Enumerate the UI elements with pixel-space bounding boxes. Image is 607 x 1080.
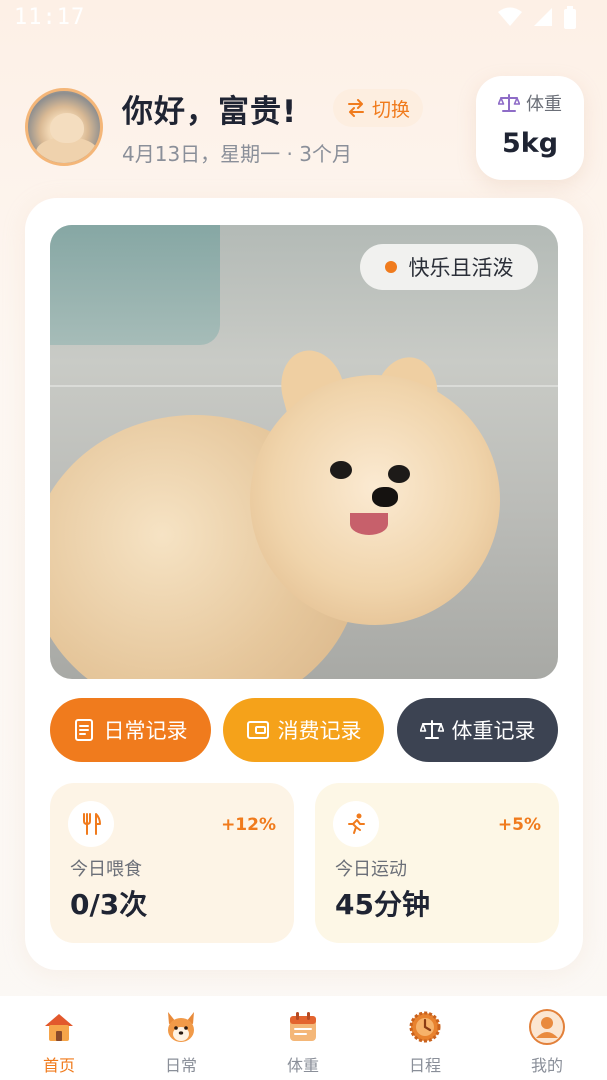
status-bar: 11:17 — [0, 0, 607, 36]
photo-dog-eye-left — [330, 461, 352, 479]
running-icon — [348, 813, 365, 834]
nav-item-home[interactable]: 首页 — [9, 1008, 109, 1076]
scale-icon — [419, 720, 444, 739]
pet-photo[interactable] — [50, 225, 558, 679]
weight-record-button[interactable]: 体重记录 — [397, 698, 558, 762]
nav-item-profile[interactable]: 我的 — [497, 1008, 597, 1076]
nav-item-schedule[interactable]: 日程 — [375, 1008, 475, 1076]
exercise-value: 45分钟 — [335, 888, 430, 921]
mood-dot-icon — [384, 261, 397, 273]
nav-label-daily: 日常 — [164, 1056, 197, 1075]
exercise-icon-wrap — [333, 801, 379, 847]
nav-label-schedule: 日程 — [408, 1056, 441, 1075]
exercise-delta: +5% — [497, 815, 541, 835]
exercise-label: 今日运动 — [335, 859, 407, 880]
switch-pet-button[interactable]: 切换 — [333, 89, 423, 127]
status-icons — [497, 6, 577, 30]
pet-avatar[interactable] — [25, 88, 103, 166]
status-time: 11:17 — [14, 5, 86, 30]
exercise-stat-card[interactable]: +5% 今日运动 45分钟 — [315, 783, 559, 943]
nav-label-weight: 体重 — [286, 1056, 319, 1075]
corgi-icon — [161, 1008, 201, 1046]
fork-knife-icon — [83, 813, 101, 835]
feeding-value: 0/3次 — [70, 888, 148, 921]
photo-dog-mouth — [350, 513, 388, 535]
feeding-icon-wrap — [68, 801, 114, 847]
weight-card-value: 5kg — [501, 128, 559, 159]
weight-summary-card[interactable]: 体重 5kg — [476, 76, 584, 180]
wallet-icon — [246, 721, 269, 739]
nav-label-profile: 我的 — [530, 1056, 563, 1075]
switch-label: 切换 — [371, 98, 410, 121]
document-icon — [74, 719, 93, 741]
photo-dog-eye-right — [388, 465, 410, 483]
battery-icon — [564, 6, 576, 29]
feeding-delta: +12% — [221, 815, 276, 835]
mood-badge: 快乐且活泼 — [360, 244, 538, 290]
daily-record-label: 日常记录 — [103, 719, 188, 743]
daily-record-button[interactable]: 日常记录 — [50, 698, 211, 762]
spending-record-label: 消费记录 — [277, 719, 362, 743]
date-age-line: 4月13日，星期一 · 3个月 — [122, 142, 352, 166]
weight-card-header: 体重 — [476, 90, 584, 116]
profile-icon — [527, 1008, 567, 1046]
scale-icon — [498, 94, 520, 112]
feeding-stat-card[interactable]: +12% 今日喂食 0/3次 — [50, 783, 294, 943]
weight-record-label: 体重记录 — [451, 719, 536, 743]
nav-label-home: 首页 — [42, 1056, 75, 1075]
mood-label: 快乐且活泼 — [408, 256, 514, 280]
swap-arrows-icon — [347, 99, 364, 117]
greeting-title: 你好，富贵! — [122, 94, 298, 130]
photo-dog-nose — [372, 487, 398, 507]
signal-icon — [534, 8, 552, 26]
spending-record-button[interactable]: 消费记录 — [223, 698, 384, 762]
photo-background-bucket — [50, 225, 220, 345]
nav-item-weight[interactable]: 体重 — [253, 1008, 353, 1076]
avatar-dog-face — [50, 113, 84, 143]
bottom-nav: 首页 日常 体重 日程 我的 — [0, 996, 607, 1080]
calendar-icon — [283, 1008, 323, 1046]
wifi-icon — [498, 7, 522, 26]
feeding-label: 今日喂食 — [70, 859, 142, 880]
home-icon — [39, 1008, 79, 1046]
schedule-clock-icon — [405, 1008, 445, 1046]
weight-card-label: 体重 — [526, 94, 562, 115]
nav-item-daily[interactable]: 日常 — [131, 1008, 231, 1076]
